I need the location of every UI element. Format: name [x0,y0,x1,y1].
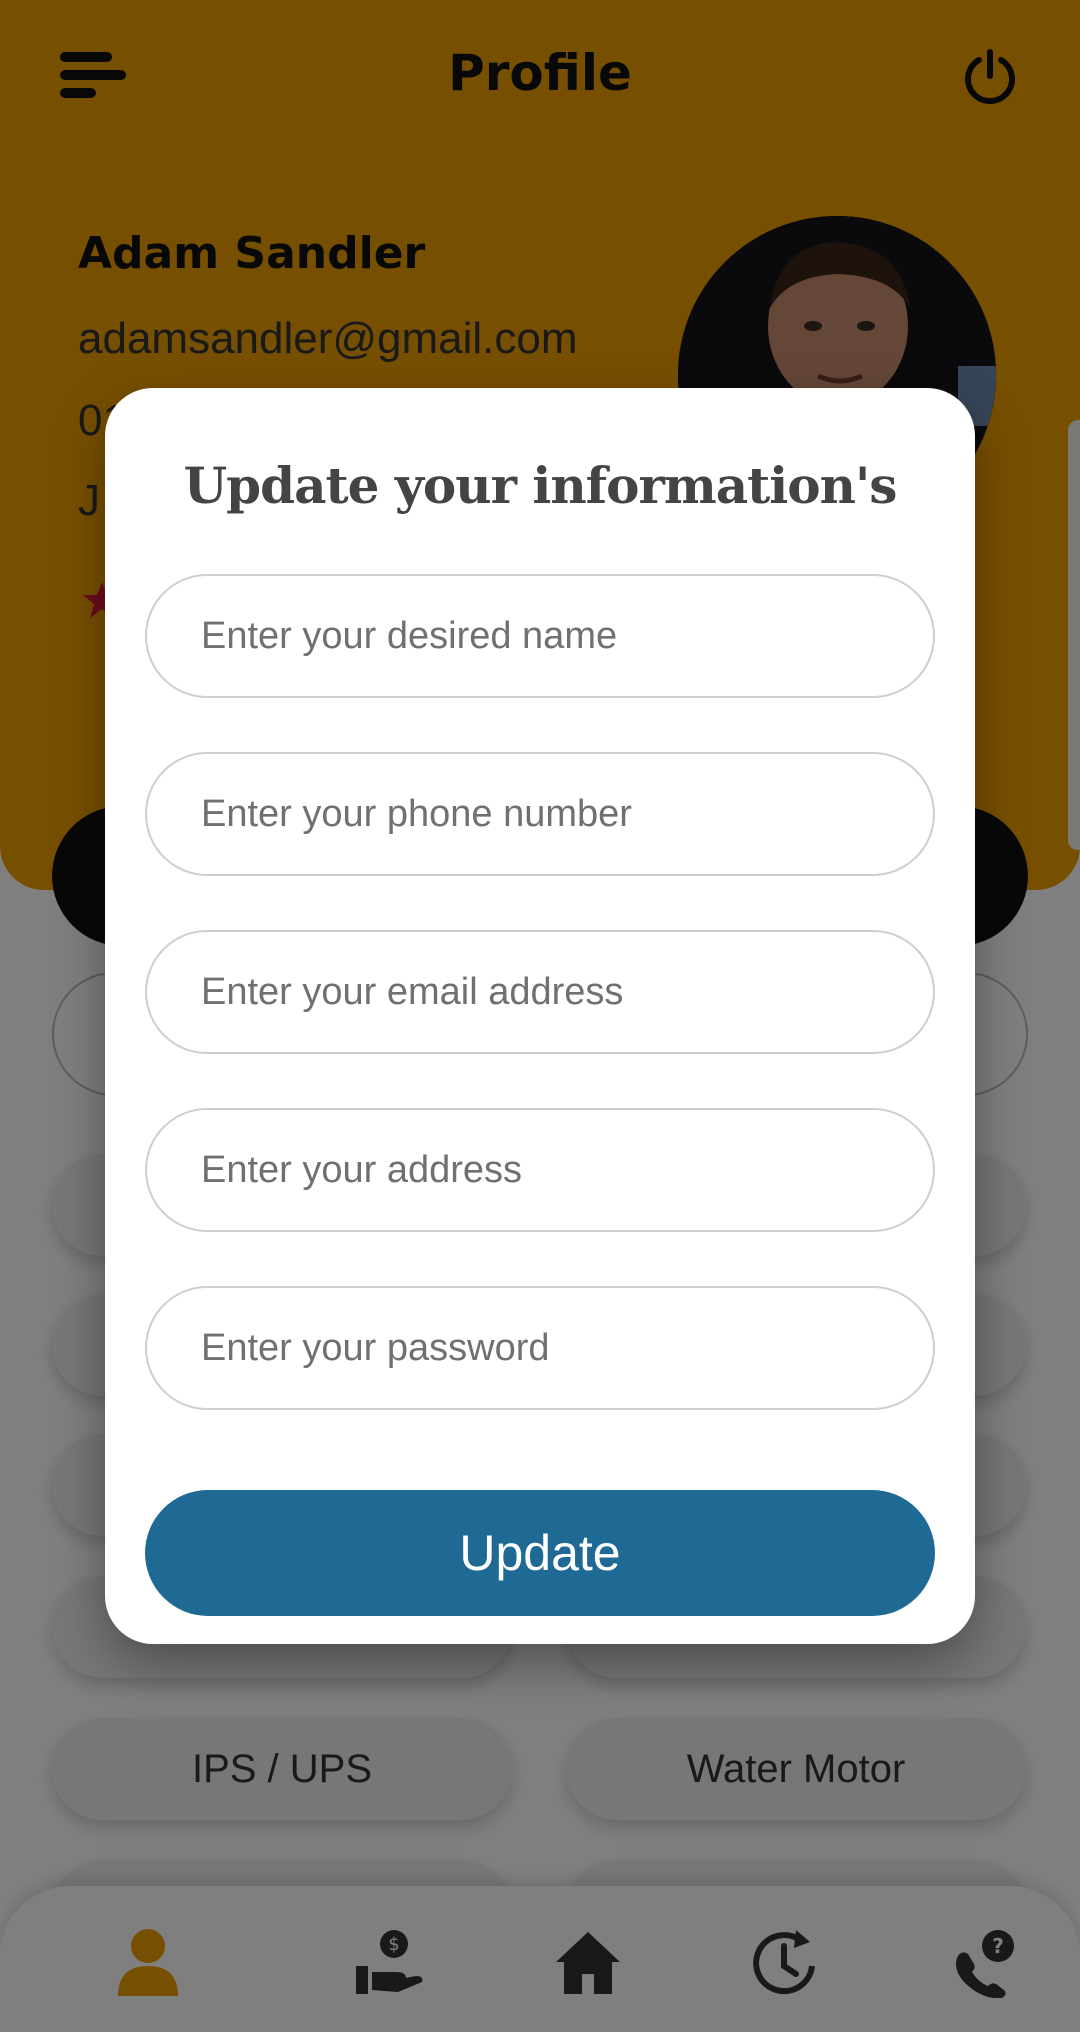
update-button[interactable]: Update [145,1490,935,1616]
password-field[interactable] [145,1286,935,1410]
dialog-title: Update your information's [183,456,898,515]
email-field[interactable] [145,930,935,1054]
name-field[interactable] [145,574,935,698]
phone-field[interactable] [145,752,935,876]
address-field[interactable] [145,1108,935,1232]
update-info-dialog: Update your information's Update [105,388,975,1644]
